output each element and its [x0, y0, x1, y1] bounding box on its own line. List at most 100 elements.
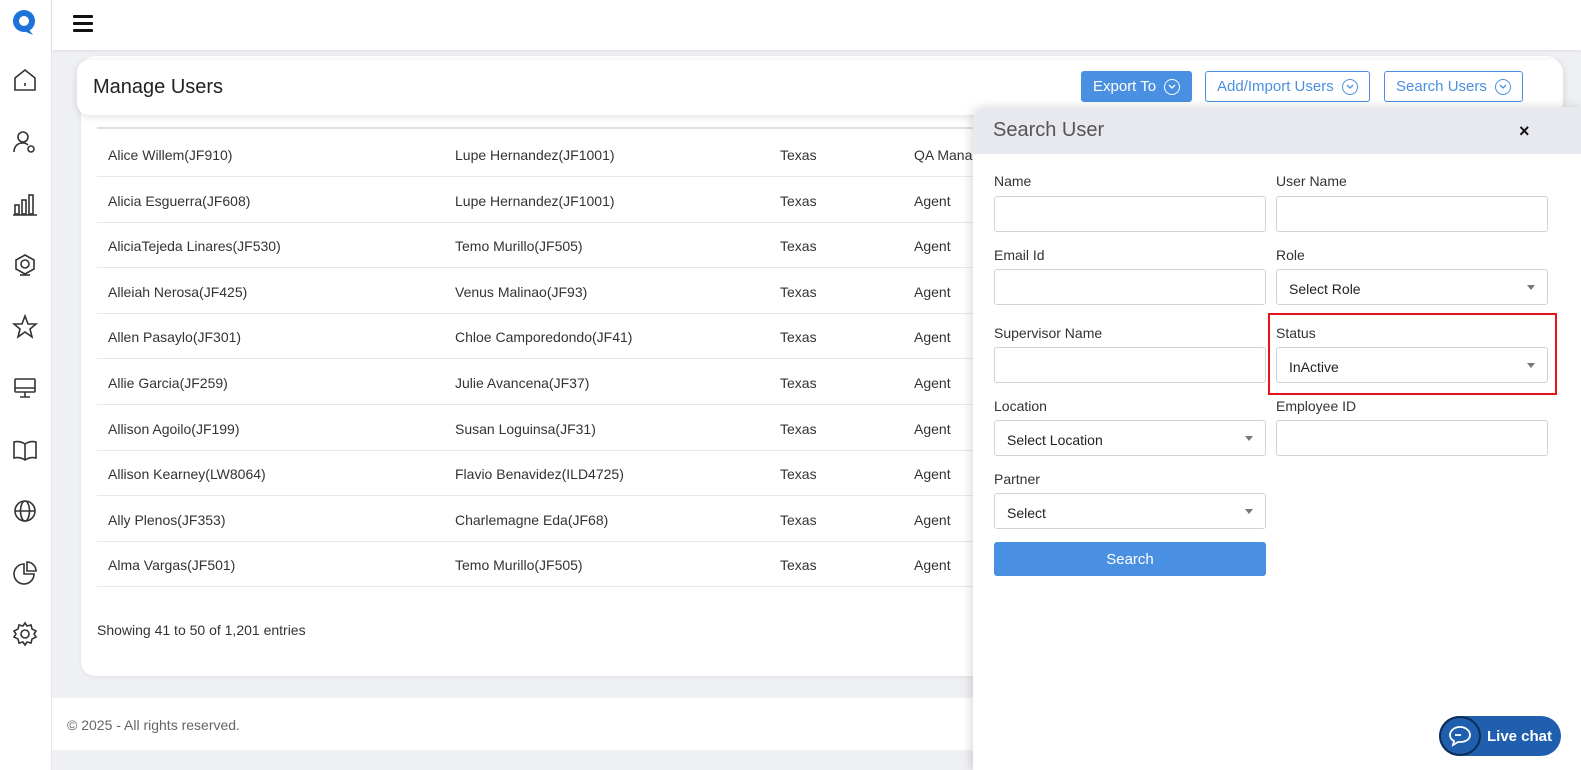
partner-select[interactable]: Select	[994, 493, 1266, 529]
table-row[interactable]: Allison Agoilo(JF199) Susan Loguinsa(JF31…	[97, 405, 997, 451]
role-cell: Agent	[914, 375, 951, 391]
user-name-cell: Alicia Esguerra(JF608)	[108, 192, 251, 209]
table-row[interactable]: Allison Kearney(LW8064) Flavio Benavidez(…	[97, 450, 997, 497]
location-select[interactable]: Select Location	[994, 420, 1266, 456]
search-panel-header: Search User ×	[973, 107, 1581, 154]
dropdown-arrow-icon	[1245, 436, 1253, 441]
close-icon[interactable]: ×	[1519, 122, 1530, 140]
hamburger-menu-icon[interactable]	[73, 15, 93, 33]
user-name-cell: Alice Willem(JF910)	[108, 147, 233, 163]
role-cell: Agent	[914, 238, 951, 255]
table-header-divider	[97, 127, 997, 129]
user-name-cell: AliciaTejeda Linares(JF530)	[108, 238, 281, 255]
chevron-down-icon	[1164, 78, 1181, 95]
location-cell: Texas	[780, 147, 817, 163]
star-icon[interactable]	[11, 313, 39, 341]
search-user-panel: Search User × Name User Name Email Id Ro…	[973, 107, 1581, 770]
search-users-button[interactable]: Search Users	[1384, 71, 1523, 102]
role-cell: Agent	[914, 511, 951, 528]
location-cell: Texas	[780, 375, 817, 391]
user-name-cell: Alma Vargas(JF501)	[108, 557, 236, 574]
chat-bubble-icon	[1439, 716, 1481, 756]
supervisor-input[interactable]	[994, 347, 1266, 383]
user-name-cell: Ally Plenos(JF353)	[108, 511, 226, 528]
location-cell: Texas	[780, 420, 817, 437]
search-button[interactable]: Search	[994, 542, 1266, 576]
chevron-down-icon	[1494, 78, 1511, 95]
role-cell: Agent	[914, 466, 951, 483]
home-icon[interactable]	[11, 66, 39, 94]
supervisor-cell: Flavio Benavidez(ILD4725)	[455, 466, 624, 483]
webcam-icon[interactable]	[11, 251, 39, 279]
location-cell: Texas	[780, 329, 817, 346]
supervisor-cell: Charlemagne Eda(JF68)	[455, 511, 609, 528]
status-select-value: InActive	[1289, 359, 1339, 375]
role-cell: Agent	[914, 329, 951, 346]
pie-chart-icon[interactable]	[11, 559, 39, 587]
user-name-cell: Allen Pasaylo(JF301)	[108, 329, 242, 346]
location-cell: Texas	[780, 466, 817, 483]
partner-label: Partner	[994, 471, 1040, 487]
role-select[interactable]: Select Role	[1276, 269, 1548, 305]
add-import-users-button[interactable]: Add/Import Users	[1205, 71, 1370, 102]
add-import-users-label: Add/Import Users	[1217, 78, 1334, 95]
email-label: Email Id	[994, 247, 1045, 263]
user-name-cell: Allison Agoilo(JF199)	[108, 420, 240, 437]
table-row[interactable]: Allen Pasaylo(JF301) Chloe Camporedondo(J…	[97, 313, 997, 360]
search-users-label: Search Users	[1396, 78, 1487, 95]
copyright-text: © 2025 - All rights reserved.	[67, 717, 240, 733]
location-cell: Texas	[780, 511, 817, 528]
location-select-value: Select Location	[1007, 432, 1103, 448]
supervisor-cell: Lupe Hernandez(JF1001)	[455, 147, 615, 163]
role-cell: Agent	[914, 192, 951, 209]
gear-icon[interactable]	[11, 620, 39, 648]
search-panel-title: Search User	[993, 119, 1105, 141]
chevron-down-icon	[1341, 78, 1358, 95]
table-row[interactable]: Alice Willem(JF910) Lupe Hernandez(JF1001…	[97, 131, 997, 177]
supervisor-cell: Susan Loguinsa(JF31)	[455, 420, 596, 437]
page-title: Manage Users	[93, 76, 224, 98]
employee-id-input[interactable]	[1276, 420, 1548, 456]
export-button[interactable]: Export To	[1081, 71, 1193, 102]
supervisor-label: Supervisor Name	[994, 325, 1103, 341]
table-row[interactable]: Alma Vargas(JF501) Temo Murillo(JF505) Tex…	[97, 541, 997, 588]
location-cell: Texas	[780, 192, 817, 209]
employee-id-label: Employee ID	[1276, 398, 1357, 414]
live-chat-button[interactable]: Live chat	[1439, 716, 1561, 756]
user-settings-icon[interactable]	[11, 128, 39, 156]
live-chat-label: Live chat	[1487, 728, 1553, 745]
supervisor-cell: Venus Malinao(JF93)	[455, 283, 588, 300]
role-label: Role	[1276, 247, 1305, 263]
supervisor-cell: Lupe Hernandez(JF1001)	[455, 192, 615, 209]
user-name-cell: Allie Garcia(JF259)	[108, 375, 228, 391]
user-name-cell: Allison Kearney(LW8064)	[108, 466, 266, 483]
book-icon[interactable]	[11, 436, 39, 464]
table-row[interactable]: AliciaTejeda Linares(JF530) Temo Murillo(…	[97, 222, 997, 269]
location-cell: Texas	[780, 238, 817, 255]
table-row[interactable]: Alicia Esguerra(JF608) Lupe Hernandez(JF1…	[97, 177, 997, 223]
role-cell: Agent	[914, 420, 951, 437]
supervisor-cell: Temo Murillo(JF505)	[455, 557, 583, 574]
sidebar	[0, 0, 52, 770]
table-row[interactable]: Allie Garcia(JF259) Julie Avancena(JF37) T…	[97, 359, 997, 405]
table-row[interactable]: Alleiah Nerosa(JF425) Venus Malinao(JF93)…	[97, 268, 997, 314]
table-row[interactable]: Ally Plenos(JF353) Charlemagne Eda(JF68) T…	[97, 496, 997, 542]
bar-chart-icon[interactable]	[11, 190, 39, 218]
entries-info: Showing 41 to 50 of 1,201 entries	[97, 622, 306, 638]
supervisor-cell: Julie Avancena(JF37)	[455, 375, 590, 391]
username-input[interactable]	[1276, 196, 1548, 232]
globe-icon[interactable]	[11, 497, 39, 525]
dropdown-arrow-icon	[1527, 363, 1535, 368]
status-label: Status	[1276, 325, 1316, 341]
location-cell: Texas	[780, 557, 817, 574]
dropdown-arrow-icon	[1527, 285, 1535, 290]
name-input[interactable]	[994, 196, 1266, 232]
role-select-value: Select Role	[1289, 281, 1361, 297]
status-select[interactable]: InActive	[1276, 347, 1548, 383]
monitor-icon[interactable]	[11, 374, 39, 402]
email-input[interactable]	[994, 269, 1266, 305]
partner-select-value: Select	[1007, 505, 1046, 521]
role-cell: Agent	[914, 557, 951, 574]
app-logo-icon[interactable]	[11, 9, 37, 37]
name-label: Name	[994, 173, 1032, 189]
